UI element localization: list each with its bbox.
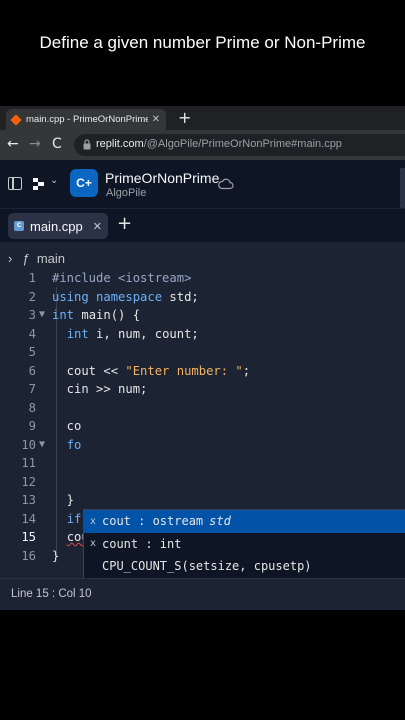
line-number: 12 — [21, 474, 36, 489]
code-line[interactable]: 9 co — [0, 417, 405, 436]
line-number: 15 — [21, 530, 36, 544]
address-toolbar: ← → C replit.com/@AlgoPile/PrimeOrNonPri… — [0, 130, 405, 160]
variable-icon: x — [89, 515, 97, 527]
code-text[interactable]: if — [52, 510, 82, 529]
autocomplete-item[interactable]: x cout : ostream std — [84, 510, 405, 533]
code-line[interactable]: 1 #include <iostream> — [0, 269, 405, 288]
autocomplete-label: CPU_COUNT_S(setsize, cpusetp) — [102, 559, 312, 574]
forward-arrow-icon[interactable]: → — [29, 136, 41, 152]
code-line[interactable]: 13 } — [0, 491, 405, 510]
line-number: 1 — [28, 271, 36, 285]
side-panel-edge[interactable] — [400, 168, 405, 208]
line-number: 7 — [28, 382, 36, 396]
autocomplete-item[interactable]: x count : int — [84, 533, 405, 556]
code-text[interactable]: cin >> num; — [52, 380, 148, 399]
autocomplete-item[interactable]: CPU_COUNT_S(setsize, cpusetp) — [84, 555, 405, 578]
code-line[interactable]: 8 — [0, 399, 405, 418]
breadcrumb-symbol[interactable]: main — [37, 251, 65, 266]
cursor-position[interactable]: Line 15 : Col 10 — [11, 588, 92, 600]
code-text[interactable]: using namespace std; — [52, 288, 199, 307]
line-number: 11 — [21, 456, 36, 470]
fold-chevron-icon[interactable]: ▼ — [39, 436, 45, 455]
code-line[interactable]: 10 ▼ fo — [0, 436, 405, 455]
replit-header: ⌄ C+ PrimeOrNonPrime AlgoPile — [0, 160, 405, 208]
fold-chevron-icon[interactable]: ▼ — [39, 306, 45, 325]
code-editor[interactable]: › ƒ main 1 #include <iostream> 2 using name… — [0, 242, 405, 610]
repl-title[interactable]: PrimeOrNonPrime — [105, 170, 219, 186]
browser-tab-strip: main.cpp - PrimeOrNonPrime - R ✕ + — [0, 106, 405, 130]
autocomplete-label: count : int — [102, 536, 182, 551]
chevron-down-icon[interactable]: ⌄ — [50, 175, 58, 186]
add-tab-button[interactable]: + — [117, 213, 132, 234]
new-tab-button[interactable]: + — [178, 108, 191, 127]
replit-logo-icon[interactable] — [32, 177, 46, 191]
code-line[interactable]: 6 cout << "Enter number: "; — [0, 362, 405, 381]
cloud-sync-icon — [218, 178, 234, 190]
breadcrumb: › ƒ main — [8, 251, 65, 266]
autocomplete-label: cout : ostream — [102, 514, 204, 529]
line-number: 14 — [21, 511, 36, 526]
line-number: 3 — [28, 308, 36, 322]
browser-tab[interactable]: main.cpp - PrimeOrNonPrime - R ✕ — [6, 109, 166, 130]
line-number: 6 — [28, 363, 36, 378]
line-number: 16 — [21, 548, 36, 563]
line-number: 4 — [28, 326, 36, 341]
line-number: 9 — [28, 419, 36, 433]
browser-window: main.cpp - PrimeOrNonPrime - R ✕ + ← → C… — [0, 106, 405, 610]
code-text[interactable]: #include <iostream> — [52, 269, 191, 288]
code-text[interactable]: co — [52, 417, 82, 436]
video-caption: Define a given number Prime or Non-Prime — [39, 33, 366, 52]
line-number: 10 — [21, 437, 36, 452]
back-arrow-icon[interactable]: ← — [7, 136, 19, 152]
code-line[interactable]: 11 — [0, 454, 405, 473]
function-icon: ƒ — [21, 251, 30, 266]
code-text[interactable]: int i, num, count; — [52, 325, 199, 344]
repl-owner[interactable]: AlgoPile — [106, 187, 146, 199]
repl-language-icon: C+ — [70, 169, 98, 197]
variable-icon: x — [89, 538, 97, 550]
code-line[interactable]: 12 — [0, 473, 405, 492]
cpp-file-icon: C — [14, 221, 24, 231]
code-line[interactable]: 4 int i, num, count; — [0, 325, 405, 344]
file-tab-main-cpp[interactable]: C main.cpp ✕ — [8, 213, 108, 239]
line-number: 5 — [28, 345, 36, 359]
chevron-right-icon[interactable]: › — [8, 251, 12, 266]
code-text[interactable]: fo — [52, 436, 82, 455]
code-text[interactable]: int main() { — [52, 306, 140, 325]
code-text[interactable]: cout << "Enter number: "; — [52, 362, 250, 381]
code-text[interactable]: } — [52, 491, 74, 510]
file-tab-bar: C main.cpp ✕ + — [0, 208, 405, 242]
url-text: replit.com/@AlgoPile/PrimeOrNonPrime#mai… — [96, 138, 342, 150]
line-number: 8 — [28, 400, 36, 415]
site-info-icon[interactable] — [83, 139, 91, 150]
replit-favicon-icon — [10, 113, 22, 126]
line-number: 13 — [21, 493, 36, 507]
file-tab-label: main.cpp — [30, 218, 83, 234]
sidebar-toggle-icon[interactable] — [8, 177, 22, 190]
code-line[interactable]: 3 ▼ int main() { — [0, 306, 405, 325]
code-text[interactable]: } — [52, 547, 59, 566]
code-line[interactable]: 5 — [0, 343, 405, 362]
reload-icon[interactable]: C — [52, 136, 62, 152]
tab-close-icon[interactable]: ✕ — [152, 114, 160, 125]
code-line[interactable]: 2 using namespace std; — [0, 288, 405, 307]
url-bar[interactable]: replit.com/@AlgoPile/PrimeOrNonPrime#mai… — [74, 134, 405, 156]
close-icon[interactable]: ✕ — [93, 220, 102, 233]
line-number: 2 — [28, 289, 36, 304]
code-line[interactable]: 7 cin >> num; — [0, 380, 405, 399]
autocomplete-namespace: std — [209, 514, 231, 529]
status-bar: Line 15 : Col 10 — [0, 578, 405, 610]
browser-tab-title: main.cpp - PrimeOrNonPrime - R — [26, 114, 148, 125]
